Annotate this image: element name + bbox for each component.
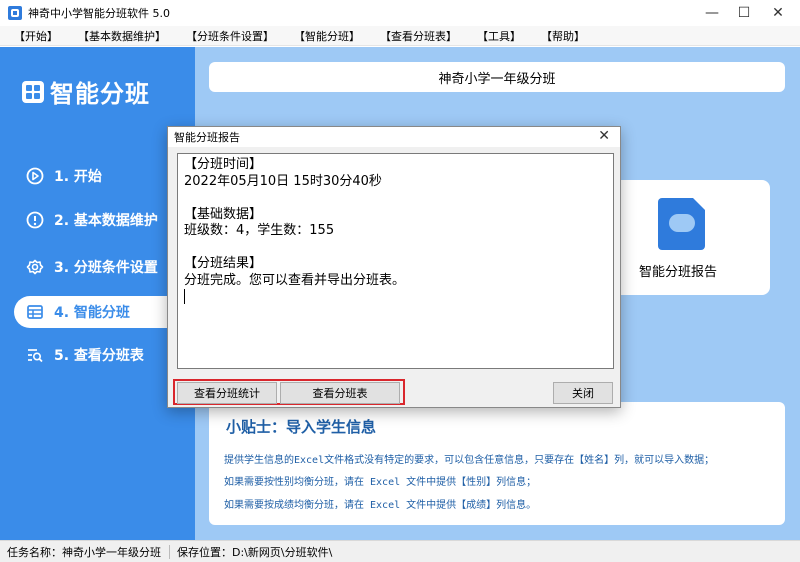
tip-line: 如果需要按性别均衡分班，请在 Excel 文件中提供【性别】列信息； [224, 477, 537, 488]
menu-smart-assign[interactable]: 【智能分班】 [294, 28, 360, 44]
tip-line: 如果需要按成绩均衡分班，请在 Excel 文件中提供【成绩】列信息。 [224, 500, 537, 511]
menu-bar: 【开始】 【基本数据维护】 【分班条件设置】 【智能分班】 【查看分班表】 【工… [0, 26, 800, 46]
sidebar-item-label: 1. 开始 [54, 169, 102, 185]
sidebar: 智能分班 1. 开始 2. 基本数据维护 3. 分班条件设置 4. 智能分班 5… [0, 47, 195, 540]
sidebar-item-label: 4. 智能分班 [54, 305, 130, 321]
minimize-button[interactable]: — [695, 0, 729, 26]
report-line: 【分班结果】 [184, 256, 263, 271]
report-dialog: 智能分班报告 ✕ 【分班时间】 2022年05月10日 15时30分40秒 【基… [167, 126, 621, 408]
report-line [184, 240, 607, 257]
logo-text: 智能分班 [50, 80, 150, 108]
menu-view-table[interactable]: 【查看分班表】 [380, 28, 457, 44]
menu-conditions[interactable]: 【分班条件设置】 [186, 28, 274, 44]
report-line: 分班完成。您可以查看并导出分班表。 [184, 272, 406, 288]
tips-title: 小贴士：导入学生信息 [226, 418, 377, 436]
sidebar-item-label: 5. 查看分班表 [54, 348, 144, 364]
page-title: 神奇小学一年级分班 [209, 62, 785, 92]
search-list-icon [26, 346, 44, 364]
window-title: 神奇中小学智能分班软件 5.0 [28, 7, 170, 20]
logo-icon [22, 80, 44, 103]
report-line [184, 190, 607, 207]
status-save-location: 保存位置：D:\新网页\分班软件\ [177, 545, 333, 559]
dialog-close-button[interactable]: 关闭 [553, 382, 613, 404]
info-icon [26, 211, 44, 229]
view-table-button[interactable]: 查看分班表 [280, 382, 400, 404]
status-bar: 任务名称：神奇小学一年级分班 保存位置：D:\新网页\分班软件\ [0, 540, 800, 562]
menu-basic-data[interactable]: 【基本数据维护】 [78, 28, 166, 44]
dialog-title-bar: 智能分班报告 ✕ [168, 127, 620, 147]
tips-panel: 小贴士：导入学生信息 提供学生信息的Excel文件格式没有特定的要求，可以包含任… [209, 402, 785, 525]
report-doc-icon [658, 198, 705, 250]
menu-help[interactable]: 【帮助】 [541, 28, 585, 44]
status-divider [169, 544, 170, 559]
menu-tools[interactable]: 【工具】 [477, 28, 521, 44]
report-card[interactable]: 智能分班报告 [608, 180, 770, 295]
status-task: 任务名称：神奇小学一年级分班 [7, 545, 161, 559]
report-line: 2022年05月10日 15时30分40秒 [184, 173, 382, 189]
table-icon [26, 303, 44, 321]
close-button[interactable]: ✕ [761, 0, 795, 26]
dialog-title: 智能分班报告 [174, 131, 240, 144]
play-icon [26, 167, 44, 185]
report-textarea[interactable]: 【分班时间】 2022年05月10日 15时30分40秒 【基础数据】 班级数：… [177, 153, 614, 369]
sidebar-item-label: 3. 分班条件设置 [54, 260, 158, 276]
maximize-button[interactable]: ☐ [727, 0, 761, 26]
text-caret-line [184, 289, 607, 310]
report-line: 班级数：4，学生数：155 [184, 223, 335, 238]
text-caret [184, 289, 185, 304]
app-icon [8, 6, 22, 20]
sidebar-item-label: 2. 基本数据维护 [54, 213, 158, 229]
report-line: 【分班时间】 [184, 157, 263, 172]
logo: 智能分班 [22, 74, 150, 109]
view-stats-button[interactable]: 查看分班统计 [177, 382, 277, 404]
gear-icon [26, 258, 44, 276]
report-line: 【基础数据】 [184, 206, 263, 222]
report-card-label: 智能分班报告 [638, 265, 717, 280]
menu-start[interactable]: 【开始】 [14, 28, 58, 44]
title-bar: 神奇中小学智能分班软件 5.0 — ☐ ✕ [0, 0, 800, 26]
tip-line: 提供学生信息的Excel文件格式没有特定的要求，可以包含任意信息，只要存在【姓名… [224, 455, 715, 466]
dialog-close-icon[interactable]: ✕ [598, 128, 610, 144]
